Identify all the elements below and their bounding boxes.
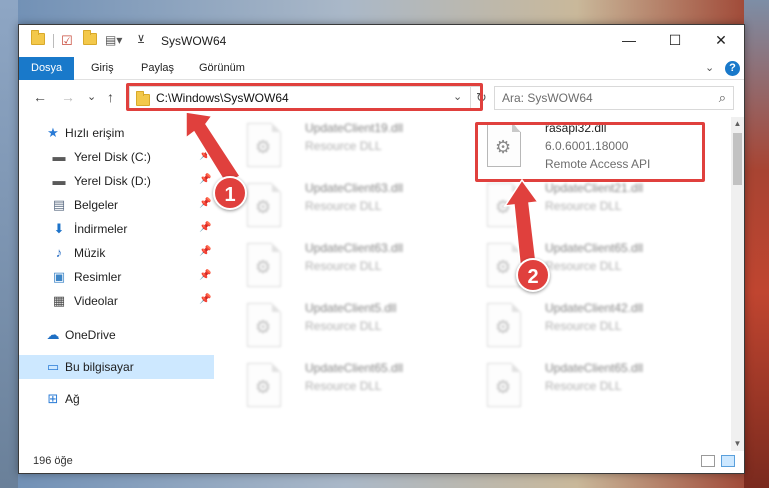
arrow-to-address-bar [185,111,242,186]
step-2-badge: 2 [516,258,550,292]
annotation-arrows [185,111,540,265]
arrow-to-file [503,178,540,265]
step-1-badge: 1 [213,176,247,210]
